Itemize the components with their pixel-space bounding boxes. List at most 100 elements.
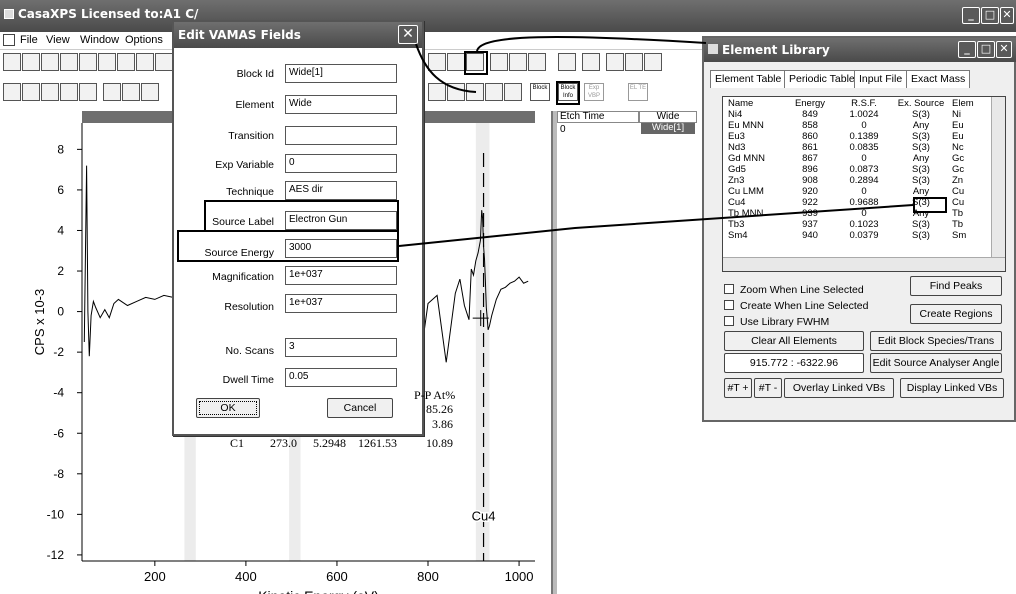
col-energy[interactable]: Energy — [785, 98, 835, 109]
quant-table: P-P At% 85.26 3.86 C1 273.0 5.2948 1261.… — [210, 388, 460, 458]
el-te-button[interactable]: EL TE — [628, 83, 648, 101]
browser-block-cell[interactable]: Wide[1] — [641, 123, 695, 134]
print-icon[interactable] — [606, 53, 624, 71]
element-icon[interactable] — [528, 53, 546, 71]
tab-element-table[interactable]: Element Table — [710, 70, 787, 88]
maximize-button[interactable]: □ — [981, 7, 999, 24]
tab-exact-mass[interactable]: Exact Mass — [906, 70, 971, 88]
open-file-icon[interactable] — [22, 53, 40, 71]
highlight-vamas-button — [464, 51, 488, 75]
element-cell: Gd5 — [728, 164, 746, 175]
fwhm-checkbox[interactable]: Use Library FWHM — [724, 316, 829, 328]
resolution-input[interactable]: 1e+037 — [285, 294, 397, 313]
library-maximize-button[interactable]: □ — [977, 41, 995, 58]
histogram-icon[interactable] — [447, 83, 465, 101]
rows-icon[interactable] — [60, 83, 78, 101]
element-row[interactable]: Cu4 922 0.9688 S(3) Cu — [725, 197, 1005, 208]
list-hscroll[interactable] — [723, 257, 1005, 271]
browser-header-etch[interactable]: Etch Time — [557, 111, 639, 123]
find-peaks-button[interactable]: Find Peaks — [910, 276, 1002, 296]
element-row[interactable]: Ni4 849 1.0024 S(3) Ni — [725, 109, 1005, 120]
element-row[interactable]: Eu MNN 858 0 Any Eu — [725, 120, 1005, 131]
transition-input[interactable] — [285, 126, 397, 145]
scroll-left-icon[interactable] — [122, 83, 140, 101]
col-name[interactable]: Name — [725, 98, 785, 109]
display-linked-button[interactable]: Display Linked VBs — [900, 378, 1004, 398]
menu-window[interactable]: Window — [80, 34, 119, 46]
copy-icon[interactable] — [79, 53, 97, 71]
window-icon[interactable] — [3, 83, 21, 101]
dialog-close-button[interactable]: ✕ — [398, 25, 418, 44]
list-vscroll[interactable] — [991, 97, 1005, 257]
edit-source-analyser-button[interactable]: Edit Source Analyser Angle — [870, 353, 1002, 373]
menu-options[interactable]: Options — [125, 34, 163, 46]
calibrate-icon[interactable] — [504, 83, 522, 101]
scroll-end-icon[interactable] — [141, 83, 159, 101]
arrow-tool-icon[interactable] — [428, 53, 446, 71]
element-row[interactable]: Cu LMM 920 0 Any Cu — [725, 186, 1005, 197]
menu-file[interactable]: File — [20, 34, 38, 46]
tab-periodic-table[interactable]: Periodic Table — [784, 70, 860, 88]
clear-all-button[interactable]: Clear All Elements — [724, 331, 864, 351]
menu-view[interactable]: View — [46, 34, 70, 46]
cut-icon[interactable] — [117, 53, 135, 71]
overlay-linked-button[interactable]: Overlay Linked VBs — [784, 378, 894, 398]
no-scans-input[interactable]: 3 — [285, 338, 397, 357]
block-id-input[interactable]: Wide[1] — [285, 64, 397, 83]
display-icon[interactable] — [428, 83, 446, 101]
element-row[interactable]: Nd3 861 0.0835 S(3) Nc — [725, 142, 1005, 153]
split-icon[interactable] — [22, 83, 40, 101]
create-checkbox[interactable]: Create When Line Selected — [724, 300, 868, 312]
technique-input[interactable]: AES dir — [285, 181, 397, 200]
pencil-icon[interactable] — [447, 53, 465, 71]
zoom-checkbox[interactable]: Zoom When Line Selected — [724, 284, 864, 296]
spectra-icon[interactable] — [485, 83, 503, 101]
library-close-button[interactable]: ✕ — [996, 41, 1012, 58]
element-row[interactable]: Tb3 937 0.1023 S(3) Tb — [725, 219, 1005, 230]
x-tick-label: 1000 — [505, 569, 534, 584]
element-row[interactable]: Eu3 860 0.1389 S(3) Eu — [725, 131, 1005, 142]
minimize-button[interactable]: _ — [962, 7, 980, 24]
stack-icon[interactable] — [582, 53, 600, 71]
element-row[interactable]: Zn3 908 0.2894 S(3) Zn — [725, 175, 1005, 186]
create-regions-button[interactable]: Create Regions — [910, 304, 1002, 324]
library-minimize-button[interactable]: _ — [958, 41, 976, 58]
scroll-right-icon[interactable] — [103, 83, 121, 101]
element-list[interactable]: Name Energy R.S.F. Ex. Source Elem Ni4 84… — [722, 96, 1006, 272]
tab-input-file[interactable]: Input File — [854, 70, 908, 88]
t-minus-button[interactable]: #T - — [754, 378, 782, 398]
close-button[interactable]: ✕ — [1000, 7, 1014, 24]
new-file-icon[interactable] — [3, 53, 21, 71]
magnification-input[interactable]: 1e+037 — [285, 266, 397, 285]
element-row[interactable]: Sm4 940 0.0379 S(3) Sm — [725, 230, 1005, 241]
dwell-time-input[interactable]: 0.05 — [285, 368, 397, 387]
open-folder-icon[interactable] — [41, 53, 59, 71]
edit-block-species-button[interactable]: Edit Block Species/Trans — [870, 331, 1002, 351]
element-table-header: Name Energy R.S.F. Ex. Source Elem — [725, 98, 1005, 109]
element-row[interactable]: Gd MNN 867 0 Any Gc — [725, 153, 1005, 164]
peak-right-icon[interactable] — [509, 53, 527, 71]
element-input[interactable]: Wide — [285, 95, 397, 114]
bg-icon[interactable] — [466, 83, 484, 101]
library-icon[interactable] — [558, 53, 576, 71]
exp-vbp-button[interactable]: Exp VBP — [584, 83, 604, 101]
highlight-cu4-source — [913, 197, 947, 213]
block-button[interactable]: Block — [530, 83, 550, 101]
print-preview-icon[interactable] — [625, 53, 643, 71]
help-icon[interactable] — [644, 53, 662, 71]
peak-left-icon[interactable] — [490, 53, 508, 71]
tile-icon[interactable] — [136, 53, 154, 71]
frame-icon[interactable] — [155, 53, 173, 71]
no-scans-label: No. Scans — [225, 345, 274, 357]
columns-icon[interactable] — [41, 83, 59, 101]
col-ex-source[interactable]: Ex. Source — [893, 98, 949, 109]
element-row[interactable]: Tb MNN 939 0 Any Tb — [725, 208, 1005, 219]
grid-icon[interactable] — [79, 83, 97, 101]
element-row[interactable]: Gd5 896 0.0873 S(3) Gc — [725, 164, 1005, 175]
exp-variable-input[interactable]: 0 — [285, 154, 397, 173]
t-plus-button[interactable]: #T + — [724, 378, 752, 398]
element-cell: S(3) — [912, 109, 930, 120]
save-icon[interactable] — [60, 53, 78, 71]
col-rsf[interactable]: R.S.F. — [835, 98, 893, 109]
paste-icon[interactable] — [98, 53, 116, 71]
